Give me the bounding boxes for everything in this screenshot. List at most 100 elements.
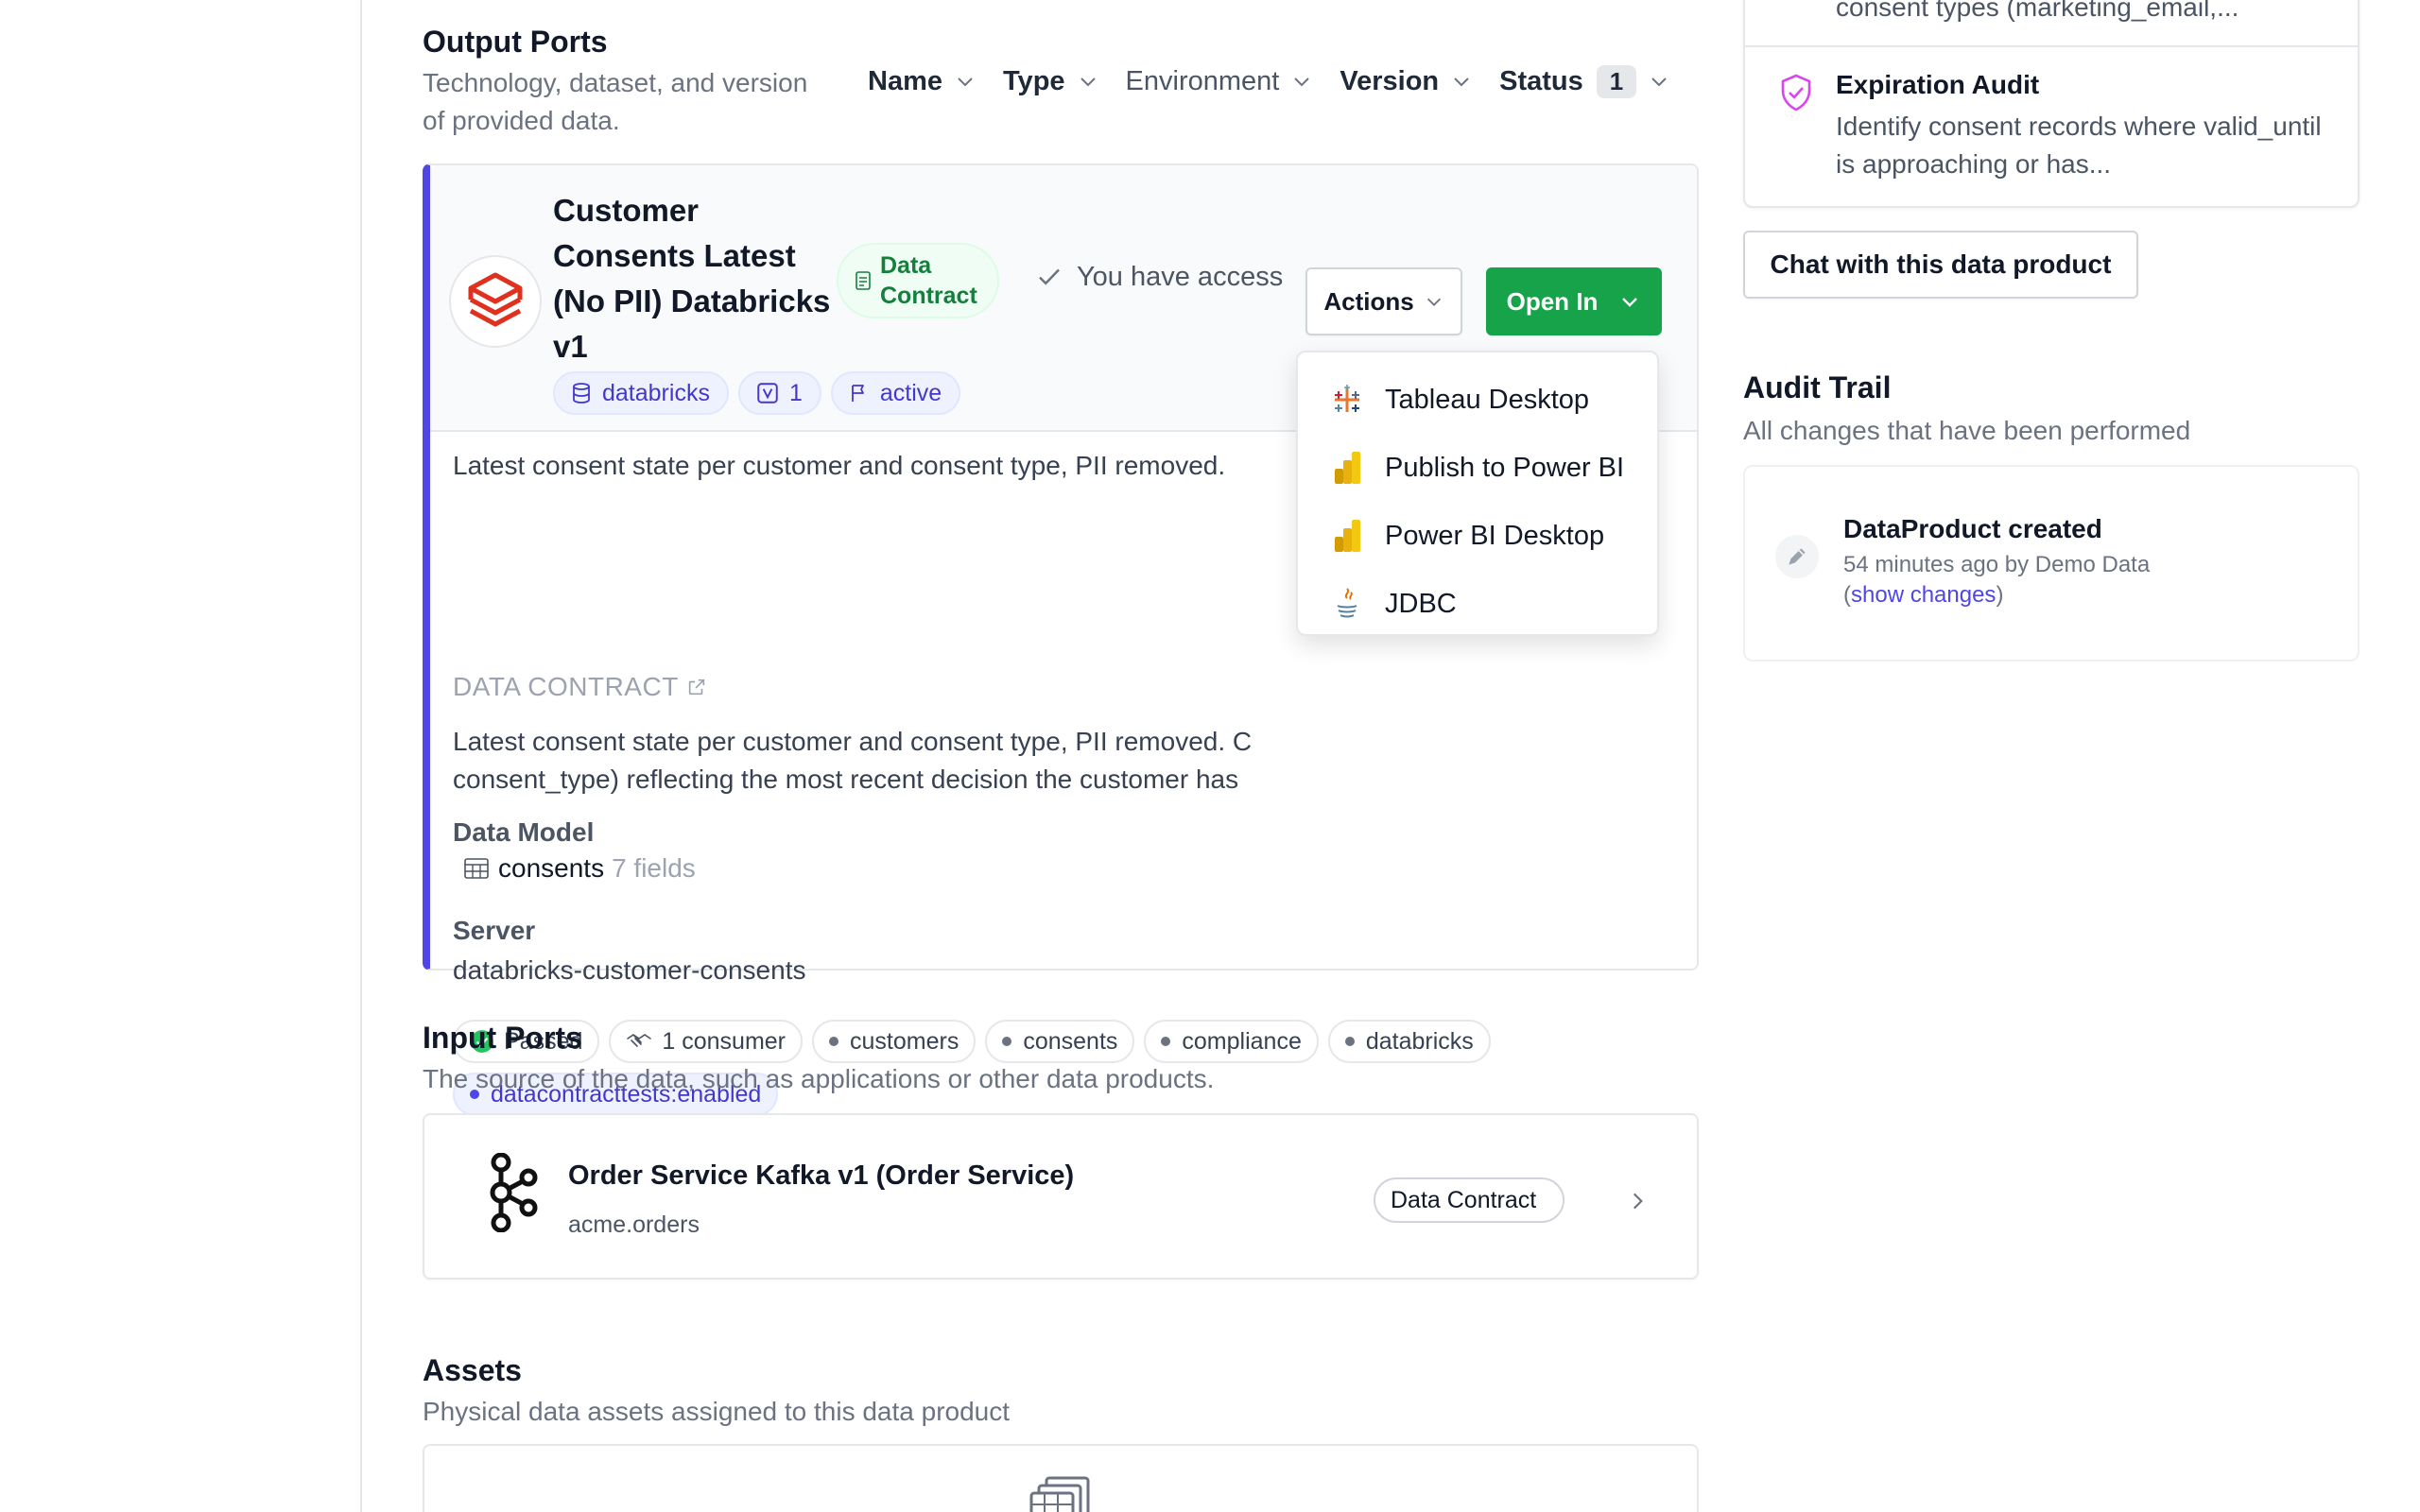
input-port-subtitle: acme.orders — [568, 1211, 700, 1238]
java-icon — [1330, 587, 1364, 621]
tag-dot — [1002, 1037, 1012, 1046]
server-value: databricks-customer-consents — [453, 955, 806, 985]
filter-version-label: Version — [1340, 65, 1440, 96]
actions-button[interactable]: Actions — [1305, 267, 1462, 335]
menu-item-tableau-desktop[interactable]: Tableau Desktop — [1298, 366, 1657, 434]
tag-label: databricks — [1365, 1027, 1474, 1055]
menu-item-jdbc[interactable]: JDBC — [1298, 570, 1657, 638]
consumer-count-tag[interactable]: 1 consumer — [609, 1020, 804, 1063]
document-icon — [856, 271, 871, 290]
output-ports-title: Output Ports — [423, 25, 608, 59]
input-port-data-contract-badge[interactable]: Data Contract — [1374, 1177, 1565, 1223]
chevron-right-icon[interactable] — [1625, 1189, 1650, 1213]
contract-description-line2: consent_type) reflecting the most recent… — [453, 765, 1239, 794]
data-contract-badge-label: Data Contract — [880, 252, 977, 309]
filter-name[interactable]: Name — [868, 66, 977, 97]
filter-type-label: Type — [1003, 65, 1065, 96]
output-port-description: Latest consent state per customer and co… — [453, 451, 1226, 480]
audit-entry-title: DataProduct created — [1843, 514, 2102, 543]
consumer-count-label: 1 consumer — [662, 1027, 786, 1055]
menu-item-label: Tableau Desktop — [1385, 384, 1590, 415]
shield-check-icon — [1781, 74, 1811, 112]
tag-label: customers — [850, 1027, 959, 1055]
audit-trail-title: Audit Trail — [1743, 370, 1892, 404]
menu-item-label: JDBC — [1385, 588, 1457, 619]
assets-stack-icon — [1029, 1476, 1090, 1512]
menu-item-power-bi-desktop[interactable]: Power BI Desktop — [1298, 502, 1657, 570]
output-port-title[interactable]: Customer Consents Latest (No PII) Databr… — [553, 188, 837, 369]
flag-icon — [851, 385, 864, 402]
tag-dot — [1344, 1037, 1355, 1046]
audit-entry-show-changes-row: (show changes) — [1843, 582, 2004, 608]
data-model-field-count: 7 fields — [612, 853, 696, 883]
filter-version[interactable]: Version — [1340, 66, 1473, 97]
expiration-audit-description: Identify consent records where valid_unt… — [1836, 112, 2322, 179]
open-in-button[interactable]: Open In — [1486, 267, 1662, 335]
data-model-item[interactable]: consents 7 fields — [464, 853, 696, 884]
tag-databricks[interactable]: databricks — [1327, 1020, 1491, 1063]
assets-description: Physical data assets assigned to this da… — [423, 1397, 1011, 1426]
input-ports-title: Input Ports — [423, 1021, 582, 1055]
filter-status[interactable]: Status 1 — [1499, 64, 1670, 98]
data-contract-link-label: DATA CONTRACT — [453, 672, 679, 701]
check-item-description: consent types (marketing_email,... — [1836, 0, 2239, 22]
contract-description-line1: Latest consent state per customer and co… — [453, 727, 1253, 756]
status-pill-label: active — [879, 379, 942, 406]
tag-customers[interactable]: customers — [812, 1020, 977, 1063]
show-changes-link[interactable]: show changes — [1851, 582, 1996, 608]
assets-card — [423, 1444, 1699, 1512]
tag-dot — [1161, 1037, 1171, 1046]
version-icon — [757, 383, 778, 404]
assets-title: Assets — [423, 1353, 522, 1387]
data-model-name: consents — [498, 853, 605, 883]
filter-environment-label: Environment — [1125, 65, 1280, 96]
menu-item-publish-power-bi[interactable]: Publish to Power BI — [1298, 434, 1657, 502]
data-model-label: Data Model — [453, 817, 595, 847]
left-sidebar — [0, 0, 362, 1512]
access-status: You have access — [1035, 256, 1283, 298]
chevron-down-icon — [958, 77, 973, 87]
chat-with-data-product-button[interactable]: Chat with this data product — [1743, 231, 2138, 299]
data-contract-link[interactable]: DATA CONTRACT — [453, 672, 707, 702]
kafka-icon — [481, 1152, 540, 1237]
chevron-down-icon — [1294, 77, 1310, 87]
output-ports-desc-line1: Technology, dataset, and version — [423, 68, 808, 97]
tag-compliance[interactable]: compliance — [1144, 1020, 1319, 1063]
tag-consents[interactable]: consents — [985, 1020, 1135, 1063]
input-ports-description: The source of the data, such as applicat… — [423, 1064, 1215, 1093]
output-ports-desc-line2: of provided data. — [423, 106, 620, 135]
status-pill[interactable]: active — [830, 371, 961, 415]
open-in-button-label: Open In — [1506, 286, 1599, 316]
chevron-down-icon — [1651, 77, 1667, 87]
audit-entry-time-author: 54 minutes ago by Demo Data — [1843, 552, 2151, 577]
expiration-audit-title[interactable]: Expiration Audit — [1836, 70, 2039, 100]
input-port-card[interactable]: Order Service Kafka v1 (Order Service) a… — [423, 1113, 1699, 1280]
tableau-icon — [1330, 383, 1364, 417]
server-label: Server — [453, 916, 536, 945]
chevron-down-icon — [1622, 298, 1638, 307]
open-in-menu: Tableau Desktop Publish to Power BI Powe… — [1296, 351, 1659, 636]
divider — [1745, 45, 2358, 47]
version-pill[interactable]: 1 — [737, 371, 821, 415]
filter-status-label: Status — [1499, 65, 1583, 96]
filter-name-label: Name — [868, 65, 942, 96]
chevron-down-icon — [1426, 298, 1441, 306]
filter-status-count: 1 — [1596, 64, 1637, 98]
tag-label: consents — [1023, 1027, 1118, 1055]
data-contract-badge[interactable]: Data Contract — [837, 243, 999, 318]
tag-label: compliance — [1182, 1027, 1302, 1055]
actions-button-label: Actions — [1323, 286, 1414, 316]
filter-type[interactable]: Type — [1003, 66, 1099, 97]
menu-item-label: Power BI Desktop — [1385, 520, 1605, 551]
output-port-filters: Name Type Environment Version Status 1 — [868, 60, 1697, 102]
technology-pill[interactable]: databricks — [553, 371, 729, 415]
access-text: You have access — [1077, 261, 1284, 292]
power-bi-icon — [1330, 451, 1364, 485]
tag-dot — [829, 1037, 839, 1046]
filter-environment[interactable]: Environment — [1126, 66, 1314, 97]
audit-trail-card: DataProduct created 54 minutes ago by De… — [1743, 465, 2360, 662]
databricks-logo-icon — [449, 255, 542, 348]
audit-trail-description: All changes that have been performed — [1743, 416, 2191, 445]
database-icon — [573, 383, 590, 404]
table-icon — [464, 858, 489, 879]
